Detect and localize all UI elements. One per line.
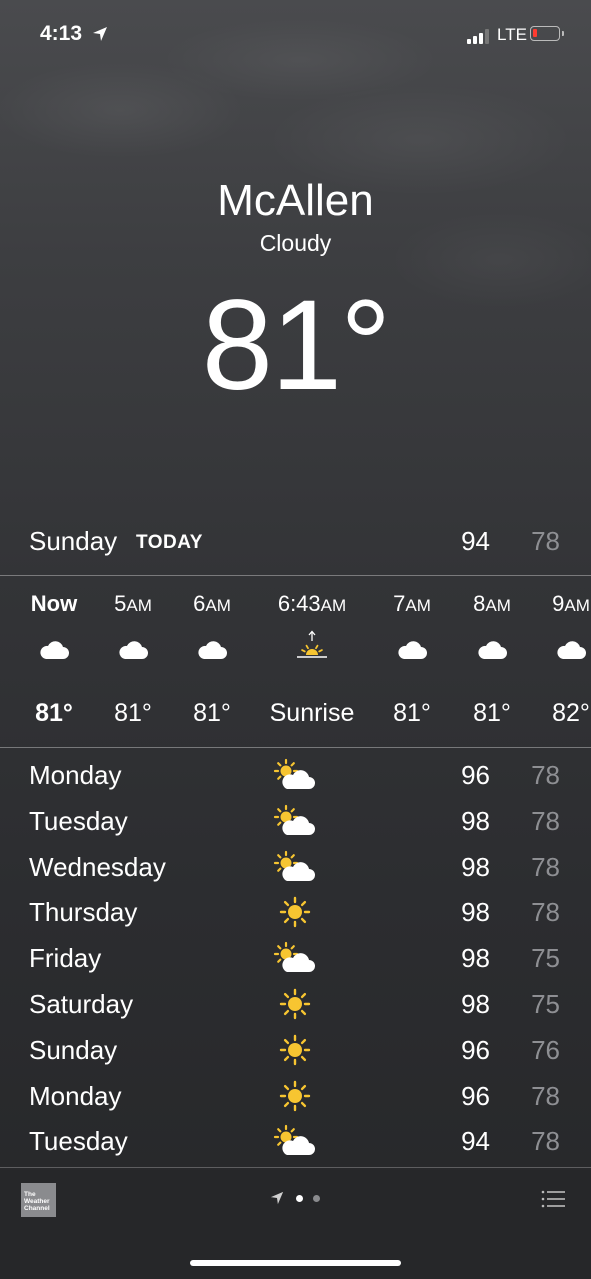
day-low: 78	[531, 897, 560, 928]
cloud-icon	[367, 639, 457, 679]
hour-time: 6AM	[193, 591, 231, 616]
daily-row: Monday 96 78	[0, 1073, 591, 1119]
status-time: 4:13	[40, 22, 83, 45]
cloud-icon	[526, 639, 591, 679]
day-low: 78	[531, 760, 560, 790]
cloud-icon	[88, 639, 178, 679]
today-high: 94	[461, 526, 490, 556]
sun-icon	[273, 987, 317, 1021]
current-location-icon	[270, 1191, 284, 1205]
divider	[0, 575, 591, 576]
today-label: TODAY	[136, 532, 203, 553]
hour-item: 8AM 81°	[447, 577, 537, 747]
day-high: 98	[461, 851, 490, 882]
day-name: Saturday	[29, 989, 134, 1019]
day-high: 98	[461, 805, 490, 836]
daily-row: Tuesday 94 78	[0, 1118, 591, 1164]
hour-item: 7AM 81°	[367, 577, 457, 747]
hour-item: 6AM 81°	[167, 577, 257, 747]
daily-row: Sunday 96 76	[0, 1027, 591, 1073]
location-arrow-icon	[93, 27, 107, 41]
partly-cloudy-icon	[273, 758, 317, 792]
partly-cloudy-icon	[273, 850, 317, 884]
hour-item: 5AM 81°	[88, 577, 178, 747]
day-low: 76	[531, 1034, 560, 1065]
day-low: 78	[531, 1126, 560, 1157]
day-low: 78	[531, 851, 560, 882]
hour-temperature: 81°	[393, 699, 431, 727]
hour-item: 9AM 82°	[526, 577, 591, 747]
battery-icon	[530, 26, 560, 41]
sun-icon	[273, 1033, 317, 1067]
hour-time: 8AM	[473, 591, 511, 616]
hour-time: 6:43AM	[277, 591, 347, 616]
day-name: Tuesday	[29, 1126, 128, 1157]
divider	[0, 747, 591, 748]
day-high: 96	[461, 1080, 490, 1111]
cloud-icon	[9, 639, 99, 679]
status-bar: 4:13 LTE	[0, 0, 591, 70]
hour-temperature: 81°	[35, 699, 73, 727]
daily-row: Saturday 98 75	[0, 981, 591, 1027]
day-high: 98	[461, 943, 490, 974]
partly-cloudy-icon	[273, 941, 317, 975]
day-name: Wednesday	[29, 851, 166, 882]
day-name: Sunday	[29, 1034, 118, 1065]
day-high: 98	[461, 989, 490, 1019]
page-indicator[interactable]	[270, 1190, 330, 1206]
tab-bar: The Weather Channel	[0, 1170, 591, 1279]
hour-time: Now	[30, 591, 78, 616]
day-name: Tuesday	[29, 805, 128, 836]
hour-temperature: Sunrise	[269, 699, 355, 727]
page-dot-active	[296, 1195, 303, 1202]
weather-channel-logo[interactable]: The Weather Channel	[21, 1183, 56, 1217]
today-low: 78	[531, 526, 560, 556]
day-name: Monday	[29, 760, 122, 790]
cloud-icon	[447, 639, 537, 679]
daily-row: Wednesday 98 78	[0, 844, 591, 890]
sun-icon	[273, 895, 317, 929]
divider	[0, 1167, 591, 1168]
cloud-icon	[167, 639, 257, 679]
day-high: 98	[461, 897, 490, 928]
signal-icon	[467, 29, 491, 44]
day-name: Friday	[29, 943, 102, 974]
sun-icon	[273, 1079, 317, 1113]
daily-row: Tuesday 98 78	[0, 798, 591, 844]
hour-time: 9AM	[552, 591, 590, 616]
day-low: 78	[531, 805, 560, 836]
day-low: 78	[531, 1080, 560, 1111]
today-day: Sunday	[29, 526, 118, 556]
hourly-forecast[interactable]: Now 81° 5AM 81° 6AM 81° 6:43AM Sunrise 7AM 81° 8A…	[0, 577, 591, 747]
sunrise-icon	[257, 629, 367, 669]
partly-cloudy-icon	[273, 804, 317, 838]
day-high: 94	[461, 1126, 490, 1157]
hour-item: Now 81°	[9, 577, 99, 747]
daily-row: Monday 96 78	[0, 752, 591, 798]
home-indicator[interactable]	[190, 1260, 401, 1266]
hour-time: 5AM	[114, 591, 152, 616]
today-summary: Sunday TODAY 94 78	[0, 522, 591, 562]
hour-temperature: 81°	[114, 699, 152, 727]
day-high: 96	[461, 1034, 490, 1065]
day-name: Thursday	[29, 897, 138, 928]
hour-temperature: 82°	[552, 699, 590, 727]
day-low: 75	[531, 989, 560, 1019]
hour-temperature: 81°	[473, 699, 511, 727]
daily-row: Friday 98 75	[0, 935, 591, 981]
daily-row: Thursday 98 78	[0, 889, 591, 935]
current-condition: Cloudy	[259, 230, 332, 256]
day-name: Monday	[29, 1080, 122, 1111]
city-name: McAllen	[217, 176, 374, 225]
day-high: 96	[461, 760, 490, 790]
day-low: 75	[531, 943, 560, 974]
hour-item: 6:43AM Sunrise	[257, 577, 367, 747]
hour-temperature: 81°	[193, 699, 231, 727]
hour-time: 7AM	[393, 591, 431, 616]
current-temperature: 81°	[201, 274, 392, 417]
network-type: LTE	[497, 25, 527, 44]
list-icon[interactable]	[541, 1189, 565, 1209]
page-dot	[313, 1195, 320, 1202]
partly-cloudy-icon	[273, 1124, 317, 1158]
